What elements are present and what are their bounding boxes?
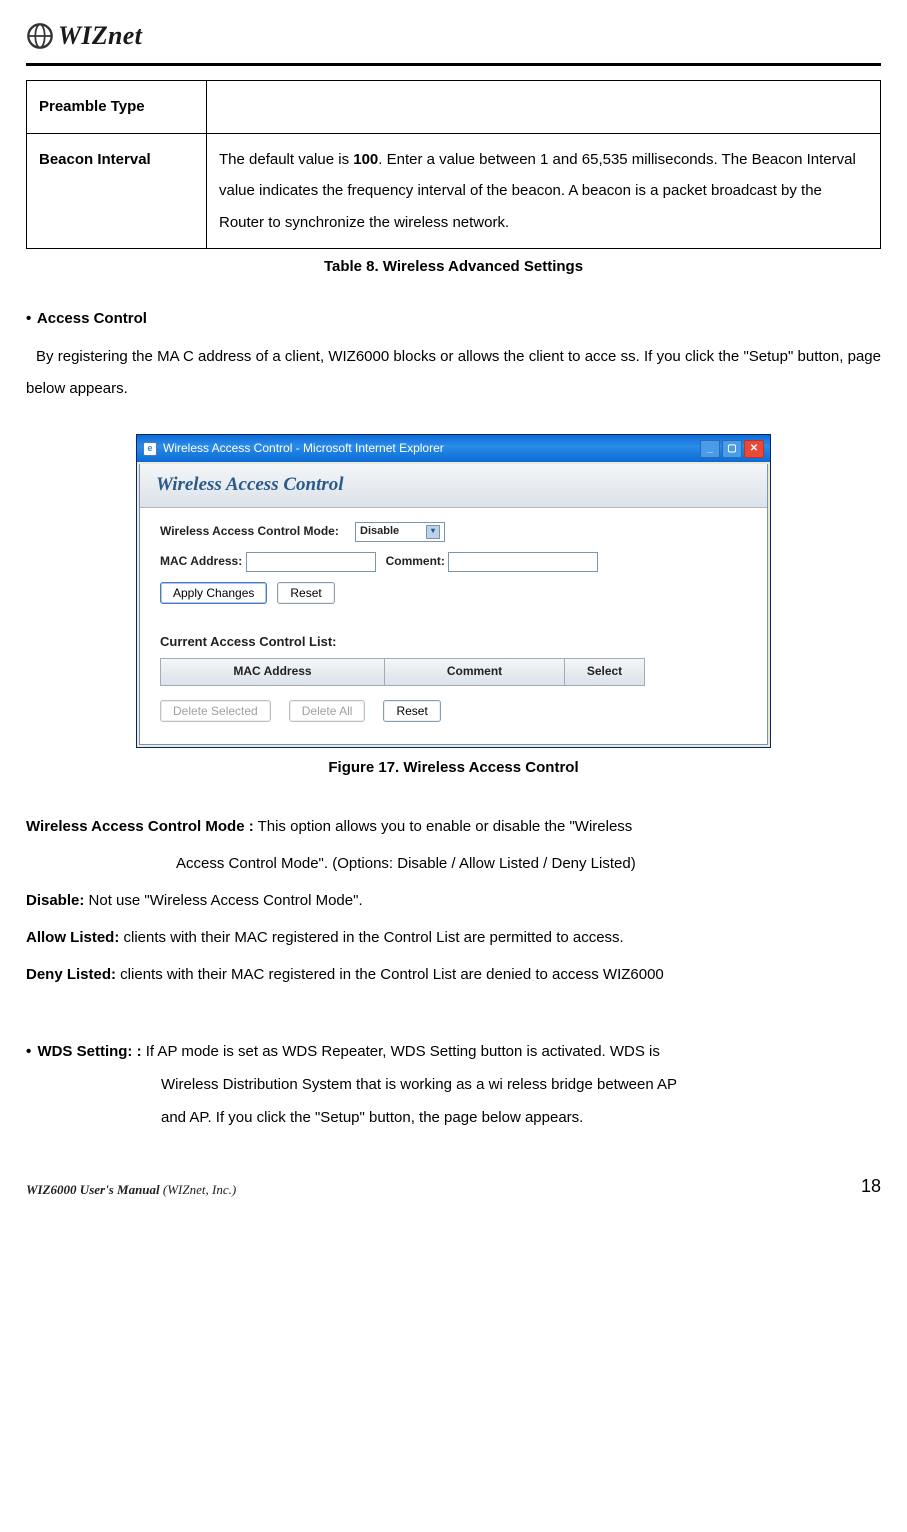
minimize-button[interactable]: _ <box>700 440 720 458</box>
maximize-button[interactable]: ▢ <box>722 440 742 458</box>
col-select: Select <box>565 658 645 685</box>
globe-icon <box>26 22 54 50</box>
ie-app-icon: e <box>143 442 157 456</box>
reset-button[interactable]: Reset <box>277 582 334 604</box>
figure-caption: Figure 17. Wireless Access Control <box>26 756 881 780</box>
page-number: 18 <box>861 1172 881 1201</box>
beacon-text-pre: The default value is <box>219 151 353 168</box>
allow-line: Allow Listed: clients with their MAC reg… <box>26 921 881 954</box>
wds-line3: and AP. If you click the "Setup" button,… <box>26 1101 881 1134</box>
beacon-interval-label: Beacon Interval <box>27 133 207 249</box>
footer-manual-title: WIZ6000 User's Manual <box>26 1182 163 1197</box>
access-control-heading: • Access Control <box>26 307 881 331</box>
ie-body: Wireless Access Control Wireless Access … <box>139 464 768 744</box>
list-header: MAC Address Comment Select <box>160 658 747 685</box>
footer-company: (WIZnet, Inc.) <box>163 1182 236 1197</box>
chevron-down-icon: ▾ <box>426 525 440 539</box>
mode-select-value: Disable <box>360 523 399 541</box>
footer-left: WIZ6000 User's Manual (WIZnet, Inc.) <box>26 1180 236 1201</box>
button-row-2: Delete Selected Delete All Reset <box>160 700 747 722</box>
ie-window: e Wireless Access Control - Microsoft In… <box>136 434 771 748</box>
wds-line2: Wireless Distribution System that is wor… <box>26 1068 881 1101</box>
apply-changes-button[interactable]: Apply Changes <box>160 582 267 604</box>
comment-input[interactable] <box>448 552 598 572</box>
ie-title-left: e Wireless Access Control - Microsoft In… <box>143 439 444 458</box>
wacm-text: This option allows you to enable or disa… <box>254 818 633 835</box>
comment-label: Comment: <box>386 552 445 571</box>
bullet-icon: • <box>26 1043 31 1060</box>
definitions-block: Wireless Access Control Mode : This opti… <box>26 810 881 991</box>
brand-logo-text: WIZnet <box>58 15 142 57</box>
close-button[interactable]: ✕ <box>744 440 764 458</box>
page-footer: WIZ6000 User's Manual (WIZnet, Inc.) 18 <box>26 1172 881 1201</box>
delete-all-button[interactable]: Delete All <box>289 700 366 722</box>
wds-text1: If AP mode is set as WDS Repeater, WDS S… <box>142 1043 660 1060</box>
wds-block: • WDS Setting: : If AP mode is set as WD… <box>26 1035 881 1134</box>
wds-label: WDS Setting: : <box>37 1043 141 1060</box>
wacm-line1: Wireless Access Control Mode : This opti… <box>26 810 881 843</box>
current-list-label: Current Access Control List: <box>160 632 747 653</box>
header-logo-row: WIZnet <box>26 15 881 57</box>
table-caption: Table 8. Wireless Advanced Settings <box>26 255 881 279</box>
access-control-para: By registering the MA C address of a cli… <box>26 341 881 404</box>
allow-label: Allow Listed: <box>26 929 119 946</box>
table-row: Beacon Interval The default value is 100… <box>27 133 881 249</box>
wacm-line2: Access Control Mode". (Options: Disable … <box>26 847 881 880</box>
preamble-type-label: Preamble Type <box>27 81 207 134</box>
mode-label: Wireless Access Control Mode: <box>160 522 355 541</box>
disable-label: Disable: <box>26 892 84 909</box>
mode-select[interactable]: Disable ▾ <box>355 522 445 542</box>
mac-comment-row: MAC Address: Comment: <box>160 552 747 572</box>
deny-label: Deny Listed: <box>26 966 116 983</box>
button-row-1: Apply Changes Reset <box>160 582 747 604</box>
mode-row: Wireless Access Control Mode: Disable ▾ <box>160 522 747 542</box>
mac-input[interactable] <box>246 552 376 572</box>
disable-line: Disable: Not use "Wireless Access Contro… <box>26 884 881 917</box>
mac-label: MAC Address: <box>160 552 242 571</box>
allow-text: clients with their MAC registered in the… <box>119 929 623 946</box>
ie-titlebar: e Wireless Access Control - Microsoft In… <box>137 435 770 462</box>
access-control-heading-text: Access Control <box>37 310 147 327</box>
col-comment: Comment <box>385 658 565 685</box>
wds-line1: • WDS Setting: : If AP mode is set as WD… <box>26 1035 881 1068</box>
page-band-title: Wireless Access Control <box>140 464 767 507</box>
wacm-label: Wireless Access Control Mode : <box>26 818 254 835</box>
ie-title-text: Wireless Access Control - Microsoft Inte… <box>163 439 444 458</box>
col-mac-address: MAC Address <box>160 658 385 685</box>
beacon-bold: 100 <box>353 151 378 168</box>
deny-text: clients with their MAC registered in the… <box>116 966 664 983</box>
bullet-icon: • <box>26 310 31 327</box>
window-controls: _ ▢ ✕ <box>700 440 764 458</box>
form-area: Wireless Access Control Mode: Disable ▾ … <box>140 508 767 744</box>
reset-button-2[interactable]: Reset <box>383 700 440 722</box>
brand-logo: WIZnet <box>26 15 176 57</box>
disable-text: Not use "Wireless Access Control Mode". <box>84 892 362 909</box>
delete-selected-button[interactable]: Delete Selected <box>160 700 271 722</box>
preamble-type-value <box>207 81 881 134</box>
beacon-interval-value: The default value is 100. Enter a value … <box>207 133 881 249</box>
table-row: Preamble Type <box>27 81 881 134</box>
header-rule <box>26 63 881 66</box>
settings-table: Preamble Type Beacon Interval The defaul… <box>26 80 881 249</box>
deny-line: Deny Listed: clients with their MAC regi… <box>26 958 881 991</box>
